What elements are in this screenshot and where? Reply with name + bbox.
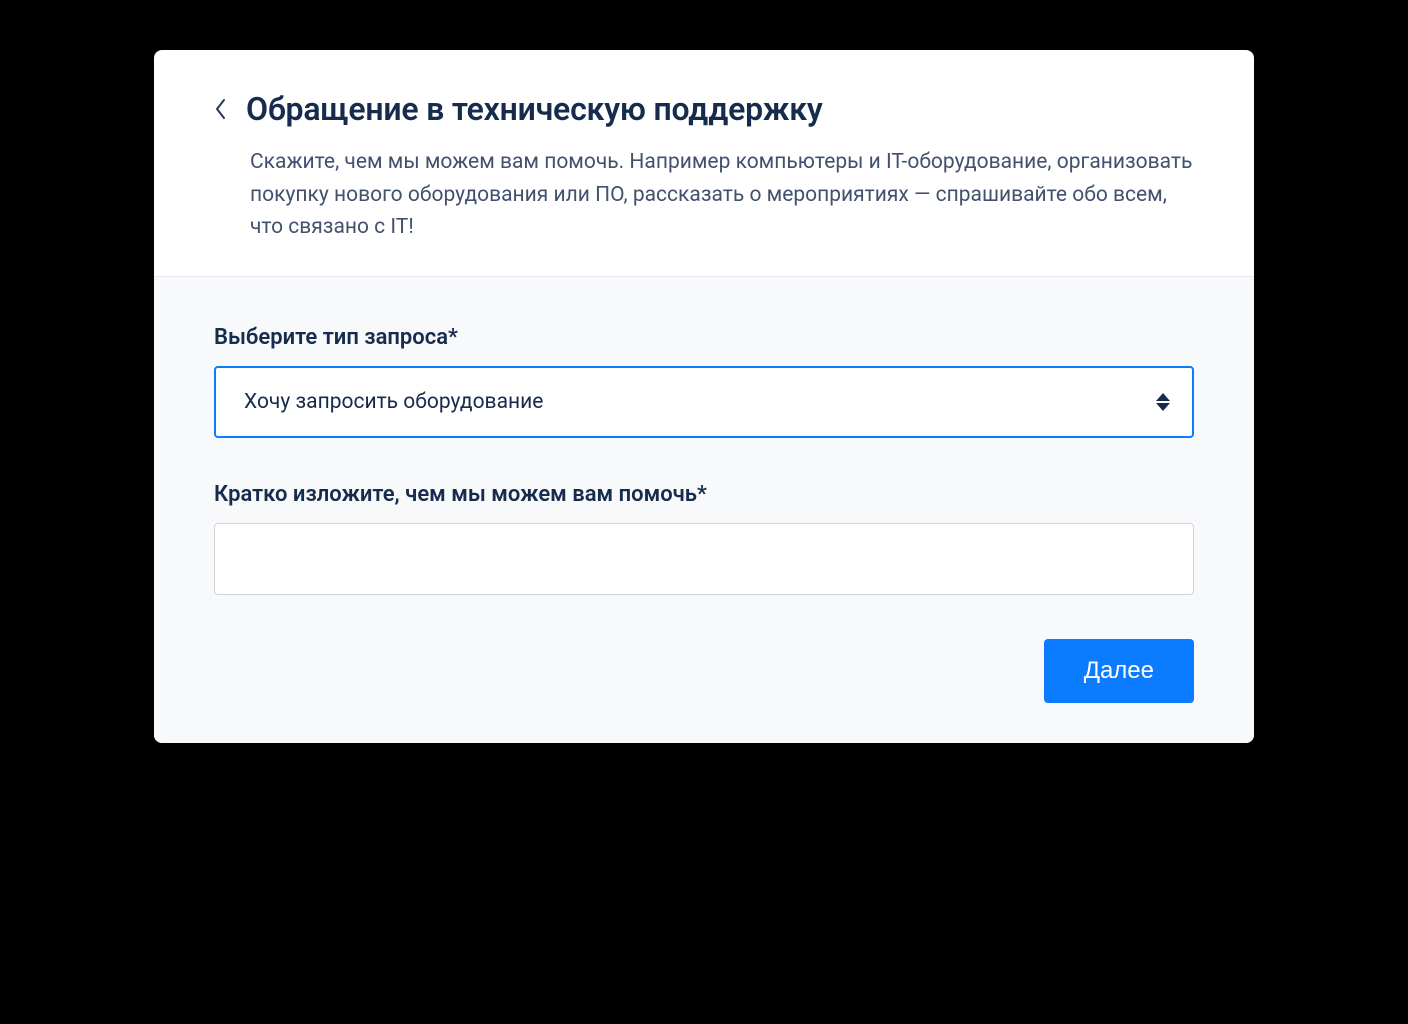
next-button[interactable]: Далее bbox=[1044, 639, 1194, 703]
support-request-card: Обращение в техническую поддержку Скажит… bbox=[154, 50, 1254, 743]
summary-input[interactable] bbox=[214, 523, 1194, 595]
page-title: Обращение в техническую поддержку bbox=[246, 90, 823, 128]
request-type-selected-value: Хочу запросить оборудование bbox=[244, 390, 543, 414]
card-header: Обращение в техническую поддержку Скажит… bbox=[154, 50, 1254, 277]
form-footer: Далее bbox=[214, 639, 1194, 703]
summary-label: Кратко изложите, чем мы можем вам помочь… bbox=[214, 482, 1194, 507]
request-type-group: Выберите тип запроса* Хочу запросить обо… bbox=[214, 325, 1194, 438]
back-icon[interactable] bbox=[214, 97, 228, 121]
title-row: Обращение в техническую поддержку bbox=[214, 90, 1194, 128]
summary-group: Кратко изложите, чем мы можем вам помочь… bbox=[214, 482, 1194, 595]
request-type-select-wrap: Хочу запросить оборудование bbox=[214, 366, 1194, 438]
request-type-label: Выберите тип запроса* bbox=[214, 325, 1194, 350]
form-body: Выберите тип запроса* Хочу запросить обо… bbox=[154, 277, 1254, 743]
page-subtitle: Скажите, чем мы можем вам помочь. Наприм… bbox=[250, 146, 1194, 244]
request-type-select[interactable]: Хочу запросить оборудование bbox=[214, 366, 1194, 438]
